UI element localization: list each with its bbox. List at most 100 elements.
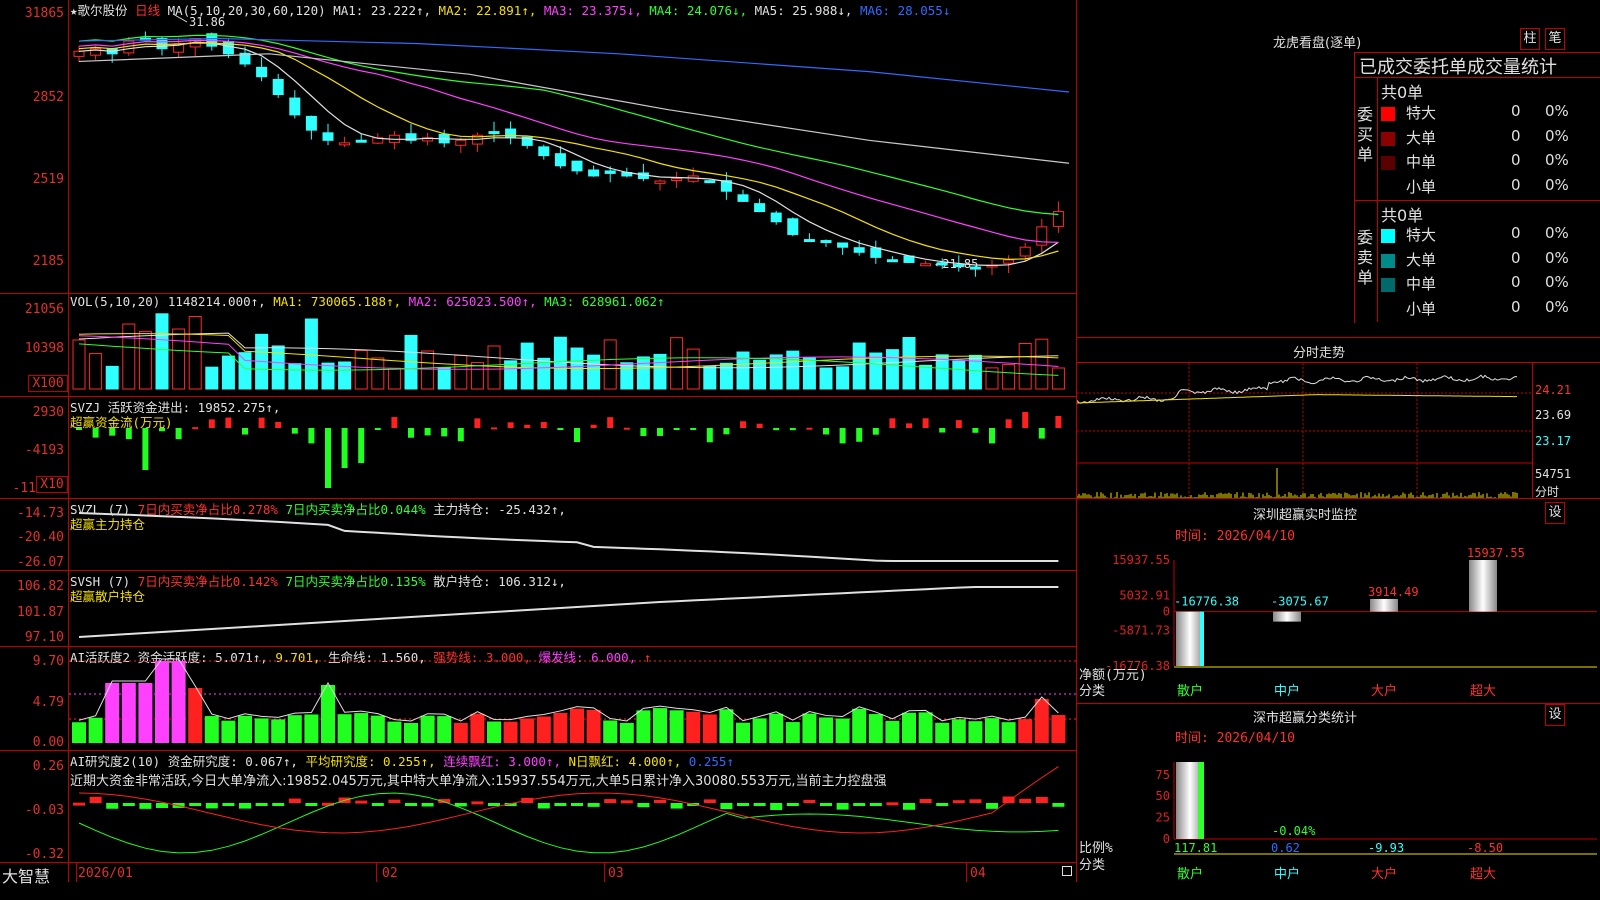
price-axis-label: 2185 bbox=[32, 254, 64, 269]
volume-bar bbox=[1002, 364, 1016, 390]
research-bar bbox=[886, 802, 899, 806]
research-bar bbox=[919, 798, 932, 803]
svsh-chart[interactable] bbox=[69, 571, 1076, 646]
activity-bar bbox=[420, 715, 435, 743]
fund-flow-bar bbox=[1055, 416, 1062, 428]
order-size-label: 中单 bbox=[1406, 153, 1437, 171]
fund-flow-bar bbox=[524, 424, 531, 428]
lock-icon[interactable] bbox=[1062, 866, 1072, 876]
kline-chart-area[interactable]: ★歌尔股份 日线 MA(5,10,20,30,60,120) MA1: 23.2… bbox=[0, 0, 1077, 900]
svzj-unit-label: X10 bbox=[36, 476, 68, 493]
fund-flow-bar bbox=[408, 428, 414, 438]
sz-axis-tick: -5871.73 bbox=[1112, 624, 1170, 638]
fund-flow-bar bbox=[889, 418, 896, 428]
ai-research-chart[interactable] bbox=[69, 751, 1076, 862]
volume-bar bbox=[89, 353, 103, 390]
divider bbox=[1077, 498, 1600, 499]
svsh-axis-label: 106.82 bbox=[17, 579, 64, 594]
activity-bar bbox=[785, 722, 800, 743]
sz-class-settings-button[interactable]: 设 bbox=[1545, 704, 1565, 726]
volume-chart[interactable] bbox=[69, 294, 1076, 396]
research-bar bbox=[986, 803, 998, 809]
volume-bar bbox=[753, 359, 767, 390]
svsh-axis-label: 97.10 bbox=[24, 630, 64, 645]
activity-bar bbox=[536, 716, 551, 743]
activity-bar bbox=[619, 722, 634, 743]
sz-axis-tick: 0 bbox=[1163, 605, 1170, 619]
candle-body bbox=[604, 170, 616, 174]
fund-flow-bar bbox=[175, 428, 182, 440]
volume-bar bbox=[105, 365, 119, 390]
sz-monitor-bar bbox=[1176, 611, 1204, 666]
vol-unit-label: X100 bbox=[28, 375, 68, 392]
research-bar bbox=[537, 803, 550, 809]
activity-bar bbox=[1001, 722, 1016, 743]
divider bbox=[1077, 337, 1600, 338]
main-holding-line bbox=[78, 512, 1059, 562]
sz-category-label: 散户 bbox=[1177, 683, 1203, 699]
fund-flow-bar bbox=[358, 428, 365, 463]
order-count: 0 bbox=[1511, 297, 1521, 316]
volume-bar bbox=[653, 353, 667, 390]
activity-bar bbox=[271, 719, 286, 743]
activity-bar bbox=[254, 718, 269, 743]
sz-monitor-settings-button[interactable]: 设 bbox=[1545, 502, 1565, 524]
retail-holding-line bbox=[78, 586, 1059, 638]
activity-bar bbox=[337, 714, 352, 743]
fund-flow-bar bbox=[192, 427, 199, 430]
activity-bar bbox=[171, 661, 186, 743]
svzl-chart[interactable] bbox=[69, 499, 1076, 570]
bar-mode-button[interactable]: 柱 bbox=[1520, 28, 1540, 50]
ai-active-chart[interactable] bbox=[69, 647, 1076, 750]
color-swatch bbox=[1381, 107, 1395, 121]
svzj-chart[interactable] bbox=[69, 397, 1076, 498]
volume-bar bbox=[387, 367, 401, 390]
candle-body bbox=[671, 177, 683, 181]
intraday-chart[interactable] bbox=[1077, 363, 1532, 498]
candle-body bbox=[953, 264, 965, 268]
research-bar bbox=[156, 803, 168, 808]
sz-class-chart[interactable]: 75 50 25 0 比例% 分类 -0.04% 117.81 散户 0.62 中户 -9.93 大户 -… bbox=[1077, 742, 1600, 900]
candle-body bbox=[969, 266, 981, 270]
svzl-axis-label: -14.73 bbox=[17, 506, 64, 521]
fund-flow-bar bbox=[872, 428, 879, 435]
volume-bar bbox=[421, 350, 435, 390]
research-bar bbox=[620, 800, 633, 804]
fund-flow-bar bbox=[972, 428, 979, 433]
divider bbox=[1377, 77, 1378, 322]
ai-research-axis-label: -0.03 bbox=[24, 803, 64, 818]
activity-bar bbox=[669, 710, 684, 743]
fund-flow-bar bbox=[258, 417, 265, 428]
svzl-axis-label: -20.40 bbox=[17, 530, 64, 545]
fund-flow-bar bbox=[242, 428, 248, 435]
research-bar bbox=[952, 800, 965, 804]
research-bar bbox=[654, 799, 666, 803]
activity-bar bbox=[902, 712, 916, 743]
order-count: 0 bbox=[1511, 175, 1521, 194]
volume-bar bbox=[321, 362, 335, 390]
candle-body bbox=[455, 139, 467, 146]
research-bar bbox=[836, 803, 849, 810]
fund-flow-bar bbox=[856, 428, 863, 442]
fund-flow-bar bbox=[325, 428, 331, 488]
candle-body bbox=[770, 212, 782, 223]
fund-flow-bar bbox=[391, 417, 398, 428]
volume-bar bbox=[454, 354, 468, 390]
divider bbox=[1532, 362, 1533, 498]
candle-body bbox=[704, 180, 716, 184]
stroke-mode-button[interactable]: 笔 bbox=[1545, 28, 1565, 50]
volume-bar bbox=[238, 352, 252, 390]
intraday-price-line bbox=[1077, 374, 1518, 404]
activity-bar bbox=[653, 708, 667, 743]
order-count: 0 bbox=[1511, 224, 1521, 242]
volume-bar bbox=[437, 367, 451, 390]
brand-label: 大智慧 bbox=[2, 867, 51, 886]
activity-bar bbox=[437, 716, 452, 743]
candlestick-chart[interactable]: 31.86 ←21.85 bbox=[69, 0, 1076, 293]
research-bar bbox=[637, 803, 650, 808]
sz-monitor-chart[interactable]: 15937.55 5032.91 0 -5871.73 -16776.38 净额(万元)分… bbox=[1077, 540, 1600, 700]
sz-monitor-bar bbox=[1370, 598, 1398, 612]
cls-extra-label: -0.04% bbox=[1272, 824, 1316, 838]
svsh-axis-label: 101.87 bbox=[17, 605, 64, 620]
intraday-axis-label: 23.17 bbox=[1535, 434, 1572, 448]
